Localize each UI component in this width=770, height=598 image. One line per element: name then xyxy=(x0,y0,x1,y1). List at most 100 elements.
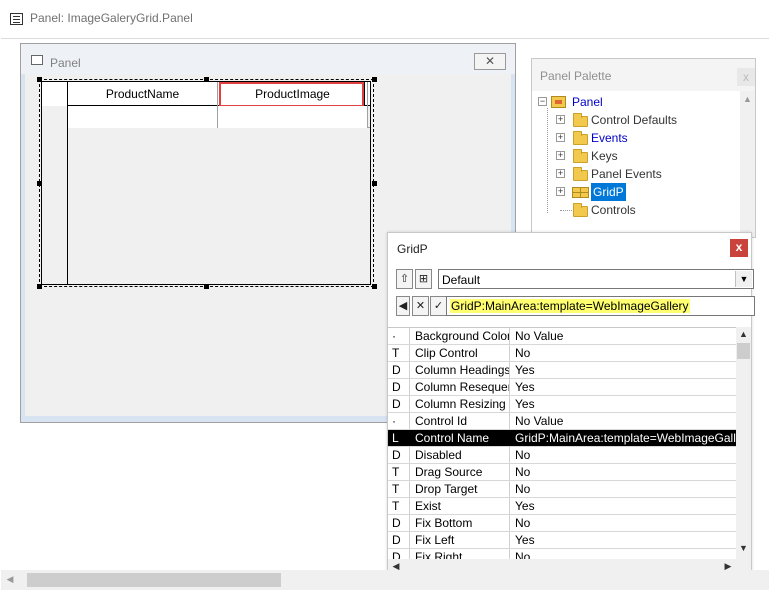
property-edit-row: ◀ ✕ ✓ GridP:MainArea:template=WebImageGa… xyxy=(396,296,755,318)
palette-scrollbar[interactable]: ▲ xyxy=(740,91,755,237)
grid-control[interactable]: ProductName ProductImage xyxy=(41,81,371,285)
property-value[interactable]: No xyxy=(510,515,736,531)
panel-titlebar[interactable]: Panel ✕ xyxy=(21,44,515,74)
chevron-down-icon[interactable]: ▼ xyxy=(735,271,752,287)
property-name: Drag Source xyxy=(410,464,510,480)
property-name: Column Resizing xyxy=(410,396,510,412)
property-row[interactable]: D Column Headings Yes xyxy=(388,362,736,379)
property-name: Drop Target xyxy=(410,481,510,497)
property-row[interactable]: T Clip Control No xyxy=(388,345,736,362)
scroll-up-icon[interactable]: ▲ xyxy=(740,94,755,106)
panel-title: Panel xyxy=(50,56,81,70)
folder-icon xyxy=(573,149,588,163)
property-name: Column Resequen xyxy=(410,379,510,395)
scroll-left-icon[interactable]: ◀ xyxy=(4,574,16,586)
property-name: Disabled xyxy=(410,447,510,463)
resize-handle-se[interactable] xyxy=(372,284,377,289)
main-titlebar: Panel: ImageGaleryGrid.Panel xyxy=(0,0,770,38)
property-value[interactable]: Yes xyxy=(510,362,736,378)
property-name: Fix Bottom xyxy=(410,515,510,531)
property-value[interactable]: No xyxy=(510,481,736,497)
grid-icon xyxy=(572,187,589,198)
property-code: D xyxy=(388,515,410,531)
property-value[interactable]: No xyxy=(510,345,736,361)
property-row[interactable]: D Disabled No xyxy=(388,447,736,464)
property-value[interactable]: Yes xyxy=(510,532,736,548)
grid-cell-productimage[interactable] xyxy=(218,106,368,128)
property-row[interactable]: D Fix Left Yes xyxy=(388,532,736,549)
property-code: T xyxy=(388,481,410,497)
palette-close-button[interactable]: x xyxy=(737,68,755,86)
go-up-button[interactable]: ⇧ xyxy=(396,269,413,289)
property-value-input[interactable]: GridP:MainArea:template=WebImageGallery xyxy=(446,296,755,316)
palette-title: Panel Palette xyxy=(540,69,612,83)
accept-edit-button[interactable]: ✓ xyxy=(430,296,447,316)
grid-divider xyxy=(364,82,365,106)
grid-row-header xyxy=(42,106,68,128)
property-row[interactable]: T Drop Target No xyxy=(388,481,736,498)
palette-tree[interactable]: − Panel + Control Defaults + Events + Ke… xyxy=(532,91,740,237)
scroll-thumb[interactable] xyxy=(737,343,750,359)
tree-item-label: Panel Events xyxy=(591,167,662,181)
property-row[interactable]: · Background Color No Value xyxy=(388,328,736,345)
scroll-up-icon[interactable]: ▲ xyxy=(736,329,751,341)
tree-item-label: Control Defaults xyxy=(591,113,678,127)
properties-toolbar: ⇧ ⊞ Default ▼ xyxy=(396,269,754,291)
style-dropdown-value: Default xyxy=(442,273,481,287)
property-code: T xyxy=(388,464,410,480)
property-value[interactable]: No Value xyxy=(510,328,736,344)
property-value[interactable]: Yes xyxy=(510,396,736,412)
expand-icon[interactable]: + xyxy=(556,115,565,124)
property-row[interactable]: L Control Name GridP:MainArea:template=Web… xyxy=(388,430,736,447)
expand-icon[interactable]: + xyxy=(556,169,565,178)
property-value[interactable]: No xyxy=(510,464,736,480)
property-value-text: GridP:MainArea:template=WebImageGallery xyxy=(450,299,690,313)
properties-table[interactable]: · Background Color No Value T Clip Control No… xyxy=(388,327,736,559)
property-value[interactable]: Yes xyxy=(510,498,736,514)
back-arrow-button[interactable]: ◀ xyxy=(396,296,410,316)
property-value[interactable]: GridP:MainArea:template=WebImageGallery xyxy=(510,430,736,446)
properties-titlebar[interactable]: GridP x xyxy=(388,233,751,263)
property-code: D xyxy=(388,447,410,463)
properties-vertical-scrollbar[interactable]: ▲ ▼ xyxy=(736,327,751,559)
style-dropdown[interactable]: Default ▼ xyxy=(438,269,754,289)
expand-icon[interactable]: + xyxy=(556,187,565,196)
expand-icon[interactable]: + xyxy=(556,151,565,160)
properties-close-button[interactable]: x xyxy=(730,239,748,257)
property-name: Column Headings xyxy=(410,362,510,378)
folder-icon xyxy=(573,131,588,145)
property-row[interactable]: D Fix Right No xyxy=(388,549,736,559)
grid-cell-productname[interactable] xyxy=(68,106,218,128)
property-row[interactable]: T Drag Source No xyxy=(388,464,736,481)
main-window-title: Panel: ImageGaleryGrid.Panel xyxy=(30,11,193,25)
window-icon xyxy=(10,13,23,25)
property-name: Fix Right xyxy=(410,549,510,559)
palette-titlebar[interactable]: Panel Palette x xyxy=(532,59,755,91)
property-row[interactable]: D Column Resizing Yes xyxy=(388,396,736,413)
properties-window: GridP x ⇧ ⊞ Default ▼ ◀ ✕ ✓ GridP:MainAr… xyxy=(387,232,755,576)
property-value[interactable]: No xyxy=(510,549,736,559)
properties-title: GridP xyxy=(397,242,428,256)
panel-icon xyxy=(551,96,566,108)
scroll-thumb[interactable] xyxy=(27,573,281,587)
expand-icon[interactable]: + xyxy=(556,133,565,142)
grid-row[interactable] xyxy=(42,106,370,128)
resize-handle-ne[interactable] xyxy=(372,77,377,82)
tree-view-button[interactable]: ⊞ xyxy=(415,269,432,289)
scroll-down-icon[interactable]: ▼ xyxy=(736,543,751,555)
property-row[interactable]: D Column Resequen Yes xyxy=(388,379,736,396)
property-value[interactable]: No xyxy=(510,447,736,463)
collapse-icon[interactable]: − xyxy=(538,97,547,106)
cancel-edit-button[interactable]: ✕ xyxy=(412,296,429,316)
property-code: D xyxy=(388,379,410,395)
property-row[interactable]: · Control Id No Value xyxy=(388,413,736,430)
property-value[interactable]: No Value xyxy=(510,413,736,429)
folder-icon xyxy=(573,203,588,217)
property-row[interactable]: T Exist Yes xyxy=(388,498,736,515)
property-row[interactable]: D Fix Bottom No xyxy=(388,515,736,532)
column-header-productname[interactable]: ProductName xyxy=(68,82,218,106)
panel-close-button[interactable]: ✕ xyxy=(474,53,506,70)
property-value[interactable]: Yes xyxy=(510,379,736,395)
resize-handle-e[interactable] xyxy=(372,181,377,186)
main-horizontal-scrollbar[interactable]: ◀ xyxy=(1,570,769,590)
